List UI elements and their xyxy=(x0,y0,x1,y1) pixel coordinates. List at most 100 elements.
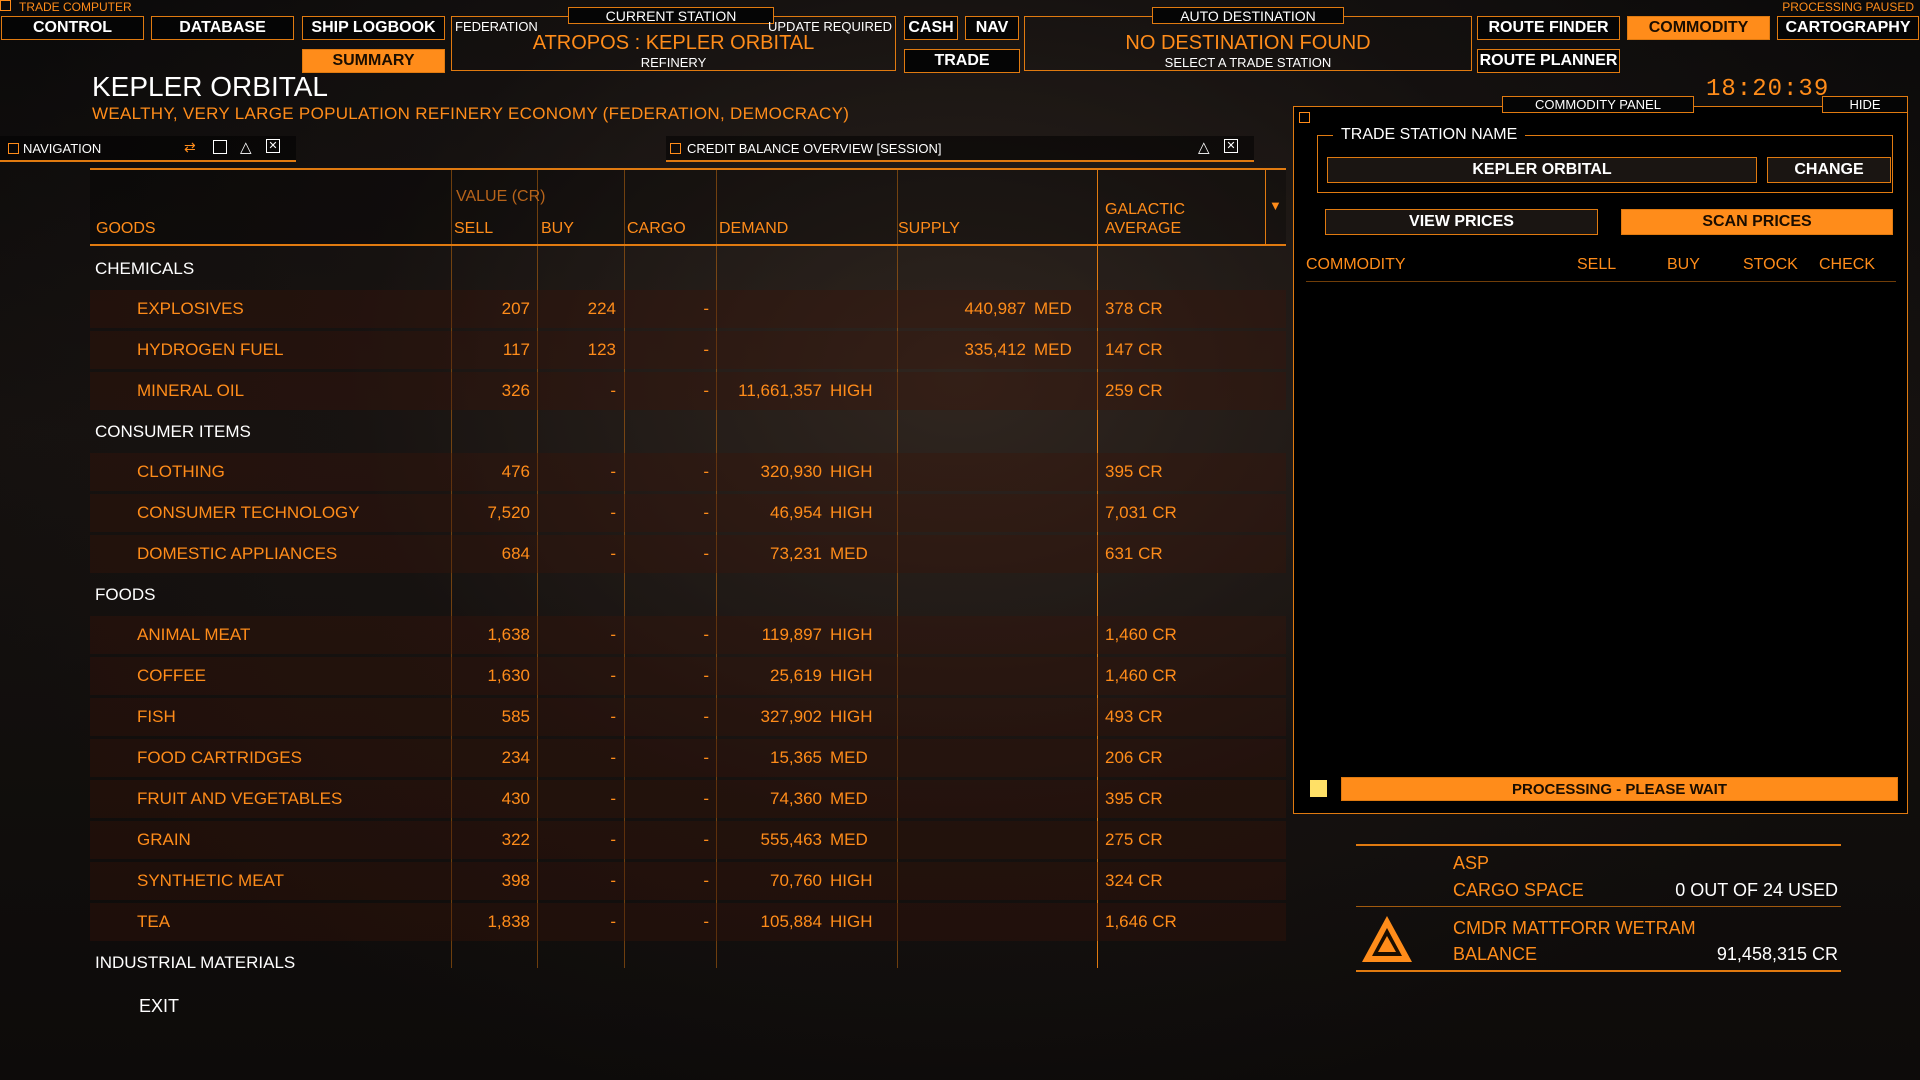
table-row[interactable]: GRAIN 322 - - 555,463 MED 275 CR xyxy=(90,821,1286,859)
window-icon xyxy=(1299,112,1310,123)
header-galactic[interactable]: GALACTIC xyxy=(1105,201,1185,219)
cell-cargo: - xyxy=(703,830,709,849)
cell-demand: 46,954 xyxy=(770,503,822,522)
cell-demand: 327,902 xyxy=(760,707,822,726)
cell-buy: - xyxy=(610,748,616,767)
exit-button[interactable]: EXIT xyxy=(139,996,179,1017)
table-row[interactable]: ANIMAL MEAT 1,638 - - 119,897 HIGH 1,460 CR xyxy=(90,616,1286,654)
nav-button[interactable]: NAV xyxy=(965,16,1019,40)
table-row[interactable]: EXPLOSIVES 207 224 - 440,987 MED 378 CR xyxy=(90,290,1286,328)
table-row[interactable]: CONSUMER TECHNOLOGY 7,520 - - 46,954 HIGH 7,03… xyxy=(90,494,1286,532)
navigation-title: NAVIGATION xyxy=(23,141,102,156)
scan-prices-button[interactable]: SCAN PRICES xyxy=(1621,209,1893,235)
cell-supply xyxy=(898,494,1026,532)
station-name-field[interactable]: KEPLER ORBITAL xyxy=(1327,157,1757,183)
tab-ship-logbook[interactable]: SHIP LOGBOOK xyxy=(302,16,445,40)
cell-demand-level: HIGH xyxy=(830,625,873,644)
tab-control[interactable]: CONTROL xyxy=(1,16,144,40)
tab-commodity[interactable]: COMMODITY xyxy=(1627,16,1770,40)
cell-demand: 70,760 xyxy=(770,871,822,890)
panel-col-stock[interactable]: STOCK xyxy=(1743,256,1798,274)
header-buy[interactable]: BUY xyxy=(541,220,574,238)
cell-supply-level: MED xyxy=(1034,340,1072,359)
header-goods[interactable]: GOODS xyxy=(96,220,156,238)
route-planner-button[interactable]: ROUTE PLANNER xyxy=(1477,49,1620,73)
balance-label: BALANCE xyxy=(1453,944,1538,964)
ship-name: ASP xyxy=(1453,853,1490,873)
cell-supply-level xyxy=(1034,862,1094,900)
cell-demand: 105,884 xyxy=(760,912,822,931)
cell-supply-level xyxy=(1034,698,1094,736)
cell-galactic-average: 395 CR xyxy=(1105,462,1163,481)
up-icon[interactable]: △ xyxy=(240,138,252,156)
header-average[interactable]: AVERAGE xyxy=(1105,220,1181,238)
panel-col-check[interactable]: CHECK xyxy=(1819,256,1875,274)
navigation-window-bar[interactable]: NAVIGATION ⇄ △ ✕ xyxy=(0,136,296,162)
panel-col-commodity[interactable]: COMMODITY xyxy=(1306,256,1406,274)
credit-balance-window-bar[interactable]: CREDIT BALANCE OVERVIEW [SESSION] △ ✕ xyxy=(666,136,1254,162)
cell-cargo: - xyxy=(703,666,709,685)
tab-database[interactable]: DATABASE xyxy=(151,16,294,40)
table-row[interactable]: HYDROGEN FUEL 117 123 - 335,412 MED 147 CR xyxy=(90,331,1286,369)
cell-galactic-average: 275 CR xyxy=(1105,830,1163,849)
cell-supply xyxy=(898,821,1026,859)
cell-demand: 73,231 xyxy=(770,544,822,563)
table-row[interactable]: FRUIT AND VEGETABLES 430 - - 74,360 MED 395 CR xyxy=(90,780,1286,818)
cell-supply xyxy=(898,698,1026,736)
header-demand[interactable]: DEMAND xyxy=(719,220,788,238)
cycle-icon[interactable]: ⇄ xyxy=(184,139,196,156)
cell-supply xyxy=(898,862,1026,900)
cell-galactic-average: 206 CR xyxy=(1105,748,1163,767)
scroll-down-icon[interactable]: ▼ xyxy=(1269,198,1282,213)
table-row[interactable]: CLOTHING 476 - - 320,930 HIGH 395 CR xyxy=(90,453,1286,491)
cell-demand: 119,897 xyxy=(761,625,822,644)
ship-divider-top xyxy=(1356,844,1841,846)
cell-goods: ANIMAL MEAT xyxy=(137,625,251,644)
hide-button[interactable]: HIDE xyxy=(1822,96,1908,113)
trade-button[interactable]: TRADE xyxy=(904,49,1020,73)
panel-col-sell[interactable]: SELL xyxy=(1577,256,1616,274)
current-station-label: CURRENT STATION xyxy=(568,7,774,24)
cell-supply xyxy=(898,739,1026,777)
cell-buy: - xyxy=(610,830,616,849)
cell-demand: 11,661,357 xyxy=(738,381,822,400)
table-row[interactable]: FOOD CARTRIDGES 234 - - 15,365 MED 206 CR xyxy=(90,739,1286,777)
route-finder-button[interactable]: ROUTE FINDER xyxy=(1477,16,1620,40)
close-icon[interactable]: ✕ xyxy=(1224,139,1238,153)
maximize-icon[interactable] xyxy=(213,140,227,154)
tab-summary[interactable]: SUMMARY xyxy=(302,49,445,73)
table-row[interactable]: SYNTHETIC MEAT 398 - - 70,760 HIGH 324 CR xyxy=(90,862,1286,900)
cell-supply-level xyxy=(1034,535,1094,573)
table-row[interactable]: COFFEE 1,630 - - 25,619 HIGH 1,460 CR xyxy=(90,657,1286,695)
up-icon[interactable]: △ xyxy=(1198,138,1210,156)
table-row[interactable]: DOMESTIC APPLIANCES 684 - - 73,231 MED 631 CR xyxy=(90,535,1286,573)
cell-sell: 117 xyxy=(502,340,530,359)
cell-cargo: - xyxy=(703,748,709,767)
cell-buy: 123 xyxy=(587,340,616,359)
balance-value: 91,458,315 CR xyxy=(1716,944,1838,964)
panel-header-divider xyxy=(1306,281,1896,282)
cell-demand-level: HIGH xyxy=(830,503,873,522)
cell-buy: - xyxy=(610,625,616,644)
close-icon[interactable]: ✕ xyxy=(266,139,280,153)
cell-sell: 684 xyxy=(501,544,530,563)
tab-cartography[interactable]: CARTOGRAPHY xyxy=(1777,16,1919,40)
header-cargo[interactable]: CARGO xyxy=(627,220,686,238)
header-supply[interactable]: SUPPLY xyxy=(898,220,960,238)
cash-button[interactable]: CASH xyxy=(904,16,958,40)
cell-supply-level xyxy=(1034,739,1094,777)
change-button[interactable]: CHANGE xyxy=(1767,157,1891,183)
table-row[interactable]: TEA 1,838 - - 105,884 HIGH 1,646 CR xyxy=(90,903,1286,941)
ship-divider-bottom xyxy=(1356,970,1841,972)
header-sell[interactable]: SELL xyxy=(454,220,493,238)
view-prices-button[interactable]: VIEW PRICES xyxy=(1325,209,1598,235)
table-row[interactable]: MINERAL OIL 326 - - 11,661,357 HIGH 259 CR xyxy=(90,372,1286,410)
panel-col-buy[interactable]: BUY xyxy=(1667,256,1700,274)
cell-goods: TEA xyxy=(137,912,171,931)
category-name: FOODS xyxy=(95,585,156,604)
table-row[interactable]: FISH 585 - - 327,902 HIGH 493 CR xyxy=(90,698,1286,736)
cargo-space-value: 0 OUT OF 24 USED xyxy=(1675,880,1838,900)
processing-status: PROCESSING - PLEASE WAIT xyxy=(1341,777,1898,801)
cell-demand: 25,619 xyxy=(770,666,822,685)
cell-supply-level: MED xyxy=(1034,299,1072,318)
